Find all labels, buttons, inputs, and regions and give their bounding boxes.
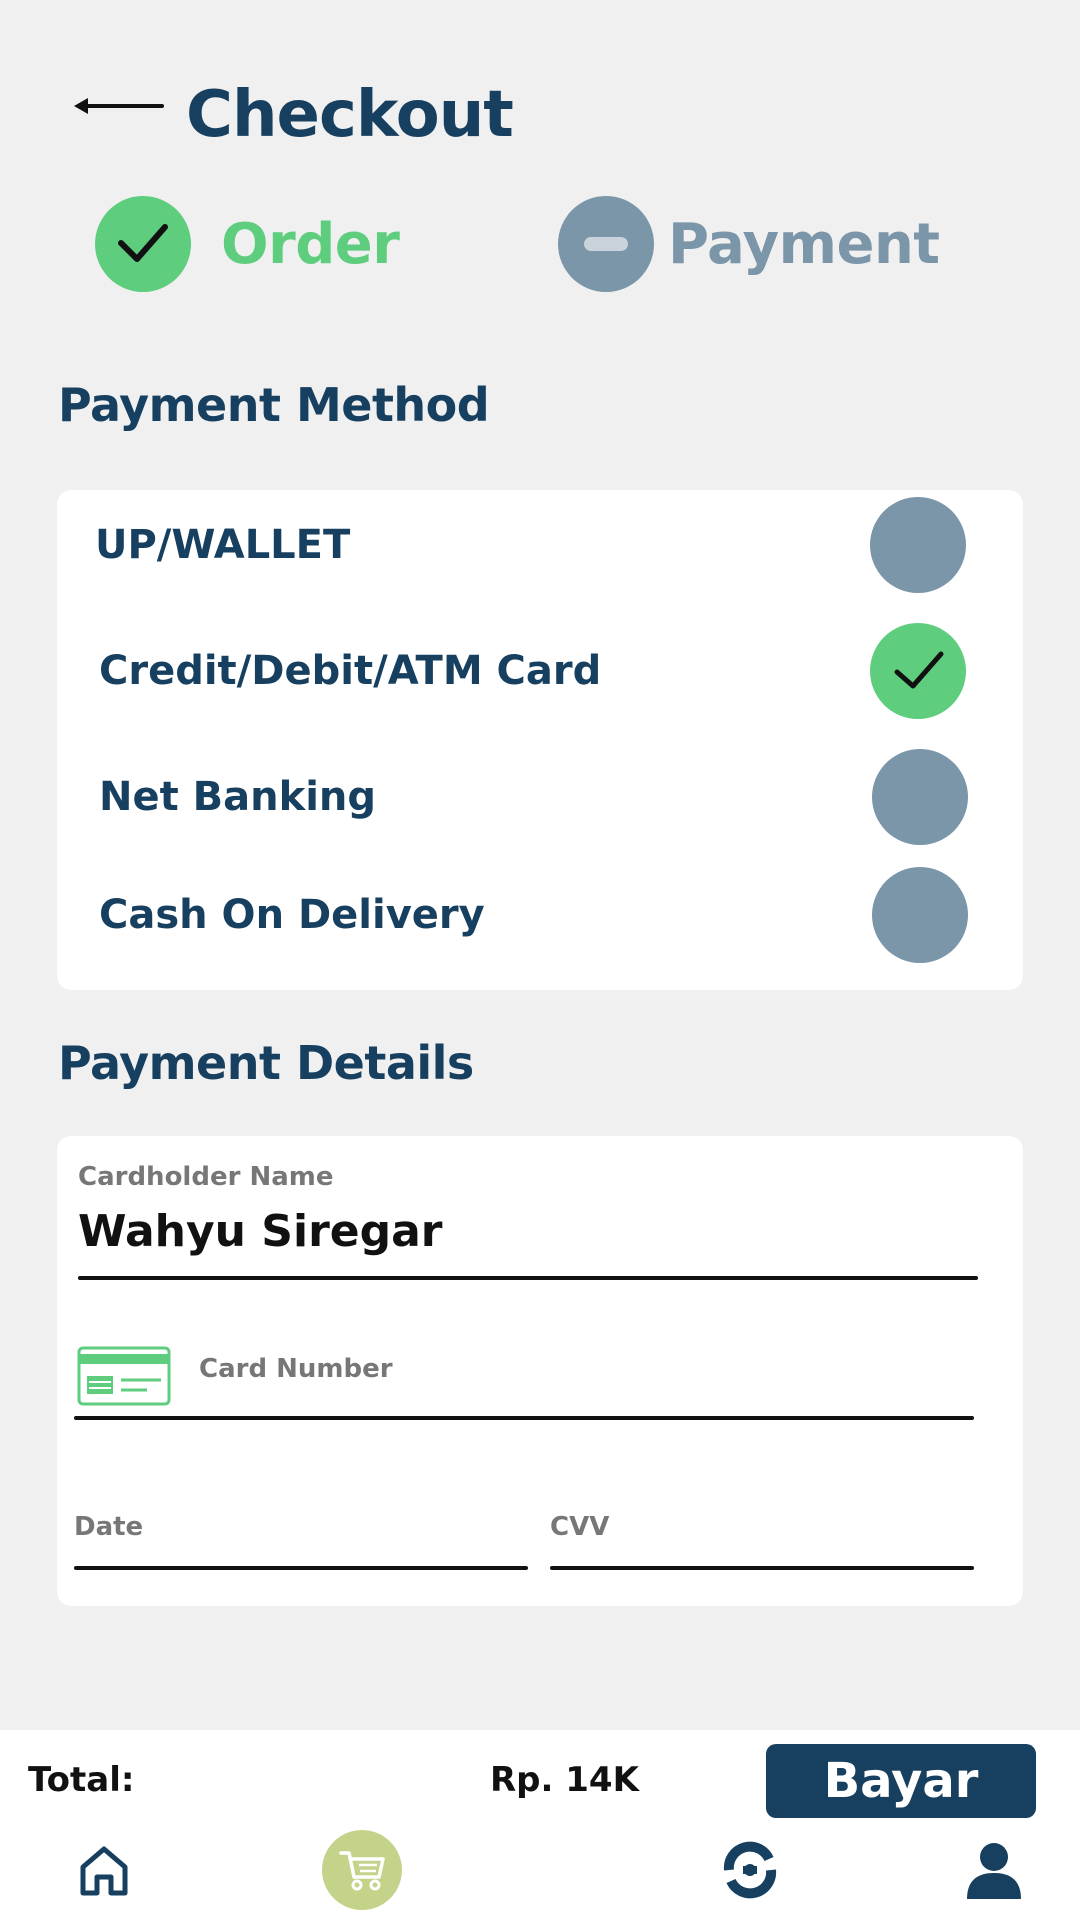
profile-icon	[967, 1843, 1021, 1899]
method-option-card[interactable]: Credit/Debit/ATM Card	[57, 616, 1023, 726]
method-option-label: Credit/Debit/ATM Card	[99, 648, 602, 694]
total-label: Total:	[28, 1760, 135, 1800]
step-payment-label: Payment	[668, 211, 940, 277]
cart-icon	[339, 1851, 385, 1891]
header: Checkout	[0, 0, 1080, 180]
cardholder-underline	[78, 1276, 978, 1280]
step-order: Order	[95, 196, 400, 292]
check-icon	[95, 196, 191, 292]
radio-unselected-icon[interactable]	[872, 749, 968, 845]
method-option-netbanking[interactable]: Net Banking	[57, 742, 1023, 852]
back-arrow-icon[interactable]	[72, 88, 172, 124]
history-icon	[723, 1841, 777, 1899]
nav-cart[interactable]	[322, 1830, 402, 1910]
home-icon	[80, 1846, 128, 1896]
method-option-label: UP/WALLET	[95, 522, 351, 568]
nav-history[interactable]	[710, 1830, 790, 1910]
card-number-underline	[74, 1416, 974, 1420]
cvv-field[interactable]	[550, 1492, 974, 1572]
step-order-label: Order	[221, 211, 400, 277]
date-underline	[74, 1566, 528, 1570]
method-option-label: Cash On Delivery	[99, 892, 485, 938]
page-title: Checkout	[186, 78, 514, 152]
step-payment: Payment	[558, 196, 940, 292]
payment-details-title: Payment Details	[58, 1036, 474, 1090]
date-field[interactable]	[74, 1492, 528, 1572]
method-option-upwallet[interactable]: UP/WALLET	[57, 490, 1023, 600]
radio-unselected-icon[interactable]	[870, 497, 966, 593]
radio-unselected-icon[interactable]	[872, 867, 968, 963]
pay-button[interactable]: Bayar	[766, 1744, 1036, 1818]
method-option-cod[interactable]: Cash On Delivery	[57, 860, 1023, 970]
cardholder-name-field[interactable]	[78, 1156, 978, 1266]
cvv-underline	[550, 1566, 974, 1570]
radio-selected-check-icon[interactable]	[870, 623, 966, 719]
bottom-bar: Total: Rp. 14K Bayar	[0, 1730, 1080, 1920]
payment-method-card: UP/WALLET Credit/Debit/ATM Card Net Bank…	[57, 490, 1023, 990]
nav-home[interactable]	[64, 1830, 144, 1910]
card-number-field[interactable]	[74, 1332, 974, 1420]
minus-icon	[558, 196, 654, 292]
payment-method-title: Payment Method	[58, 378, 490, 432]
method-option-label: Net Banking	[99, 774, 377, 820]
payment-details-card: Cardholder Name Wahyu Siregar Card Numbe…	[57, 1136, 1023, 1606]
nav-profile[interactable]	[954, 1830, 1034, 1910]
total-value: Rp. 14K	[490, 1760, 639, 1800]
